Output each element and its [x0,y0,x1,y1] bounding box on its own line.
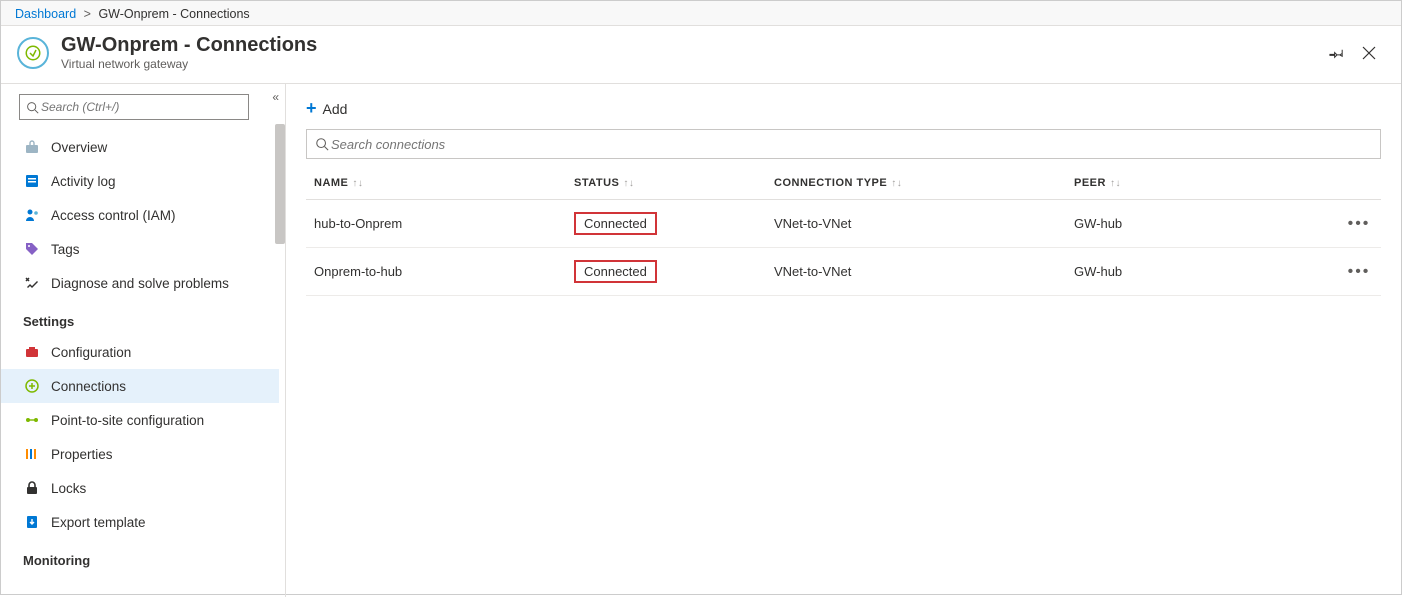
sidebar-item-label: Configuration [51,345,131,360]
cell-name[interactable]: Onprem-to-hub [306,248,566,296]
row-context-menu-button[interactable]: ••• [1345,214,1373,234]
toolbar: + Add [306,94,1381,129]
sidebar-item-access-control[interactable]: Access control (IAM) [1,198,279,232]
diagnose-icon [23,274,41,292]
status-badge: Connected [574,260,657,283]
page-header: GW-Onprem - Connections Virtual network … [1,26,1401,84]
sort-icon: ↑↓ [623,178,634,189]
configuration-icon [23,343,41,361]
title-block: GW-Onprem - Connections Virtual network … [61,34,317,71]
access-control-icon [23,206,41,224]
connections-table: NAME↑↓ STATUS↑↓ CONNECTION TYPE↑↓ PEER↑↓… [306,167,1381,296]
sort-icon: ↑↓ [352,178,363,189]
sidebar-item-connections[interactable]: Connections [1,369,279,403]
search-icon [26,101,39,114]
page-subtitle: Virtual network gateway [61,57,317,71]
cell-connection-type: VNet-to-VNet [766,200,1066,248]
connection-search-input[interactable] [329,136,1372,153]
plus-icon: + [306,98,317,119]
sidebar-item-overview[interactable]: Overview [1,130,279,164]
page-title: GW-Onprem - Connections [61,34,317,57]
sidebar-item-label: Export template [51,515,146,530]
status-badge: Connected [574,212,657,235]
sidebar-item-diagnose[interactable]: Diagnose and solve problems [1,266,279,300]
sidebar-scrollbar[interactable] [275,130,285,244]
sidebar-item-label: Tags [51,242,80,257]
breadcrumb-current: GW-Onprem - Connections [98,7,249,21]
close-button[interactable] [1353,37,1385,69]
collapse-sidebar-button[interactable]: « [272,90,279,104]
cell-peer[interactable]: GW-hub [1066,248,1337,296]
sidebar-item-export-template[interactable]: Export template [1,505,279,539]
search-icon [315,137,329,151]
sidebar-search-input[interactable] [39,99,242,115]
col-header-connection-type[interactable]: CONNECTION TYPE↑↓ [766,167,1066,200]
cell-peer[interactable]: GW-hub [1066,200,1337,248]
resource-type-icon [17,37,49,69]
cell-connection-type: VNet-to-VNet [766,248,1066,296]
table-row[interactable]: hub-to-Onprem Connected VNet-to-VNet GW-… [306,200,1381,248]
sidebar-item-label: Locks [51,481,86,496]
cell-name[interactable]: hub-to-Onprem [306,200,566,248]
content-pane: + Add NAME↑↓ STATUS↑↓ CONNECTION TYPE↑↓ … [286,84,1401,597]
activity-log-icon [23,172,41,190]
properties-icon [23,445,41,463]
sidebar-item-label: Overview [51,140,107,155]
sidebar-item-label: Properties [51,447,113,462]
sidebar-item-activity-log[interactable]: Activity log [1,164,279,198]
col-header-status[interactable]: STATUS↑↓ [566,167,766,200]
connection-search[interactable] [306,129,1381,159]
sidebar-item-configuration[interactable]: Configuration [1,335,279,369]
col-header-name[interactable]: NAME↑↓ [306,167,566,200]
breadcrumb: Dashboard > GW-Onprem - Connections [1,1,1401,26]
breadcrumb-root-link[interactable]: Dashboard [15,7,76,21]
add-button-label: Add [323,101,348,117]
row-context-menu-button[interactable]: ••• [1345,262,1373,282]
sort-icon: ↑↓ [1110,178,1121,189]
p2s-icon [23,411,41,429]
sort-icon: ↑↓ [891,178,902,189]
sidebar-section-monitoring: Monitoring [1,539,279,574]
pin-button[interactable] [1321,37,1353,69]
breadcrumb-separator: > [84,7,91,21]
add-button[interactable]: + Add [306,98,347,119]
export-template-icon [23,513,41,531]
sidebar-item-label: Access control (IAM) [51,208,176,223]
overview-icon [23,138,41,156]
locks-icon [23,479,41,497]
sidebar-item-label: Point-to-site configuration [51,413,204,428]
sidebar-item-properties[interactable]: Properties [1,437,279,471]
sidebar-item-label: Activity log [51,174,116,189]
sidebar-item-label: Diagnose and solve problems [51,276,229,291]
sidebar-item-tags[interactable]: Tags [1,232,279,266]
sidebar-section-settings: Settings [1,300,279,335]
sidebar-item-locks[interactable]: Locks [1,471,279,505]
col-header-peer[interactable]: PEER↑↓ [1066,167,1337,200]
sidebar: « Overview Activity log Access control (… [1,84,286,597]
sidebar-item-point-to-site[interactable]: Point-to-site configuration [1,403,279,437]
table-row[interactable]: Onprem-to-hub Connected VNet-to-VNet GW-… [306,248,1381,296]
connections-icon [23,377,41,395]
sidebar-search[interactable] [19,94,249,120]
sidebar-item-label: Connections [51,379,126,394]
tag-icon [23,240,41,258]
